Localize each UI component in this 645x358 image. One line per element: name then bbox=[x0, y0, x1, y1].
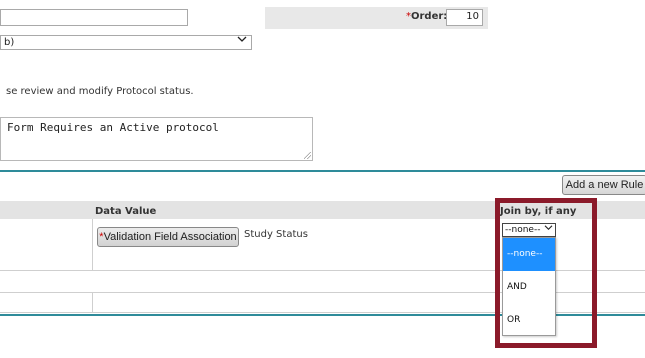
highlight-annotation-box bbox=[495, 198, 597, 348]
chevron-down-icon bbox=[237, 36, 247, 46]
column-divider bbox=[92, 292, 93, 313]
validation-field-association-button[interactable]: *Validation Field Association bbox=[97, 227, 239, 247]
column-header-data-value: Data Value bbox=[95, 206, 157, 217]
column-divider bbox=[92, 219, 93, 270]
resize-handle-icon[interactable] bbox=[304, 152, 311, 159]
order-input[interactable]: 10 bbox=[446, 9, 483, 26]
instruction-text: se review and modify Protocol status. bbox=[6, 86, 194, 97]
field-value-text: Study Status bbox=[244, 229, 308, 240]
type-select[interactable]: b) bbox=[0, 35, 252, 50]
add-rule-button[interactable]: Add a new Rule bbox=[562, 175, 645, 195]
name-input[interactable] bbox=[0, 9, 188, 26]
section-divider bbox=[0, 170, 645, 172]
message-textarea[interactable]: Form Requires an Active protocol bbox=[0, 117, 313, 161]
order-label: *Order: bbox=[406, 11, 448, 22]
